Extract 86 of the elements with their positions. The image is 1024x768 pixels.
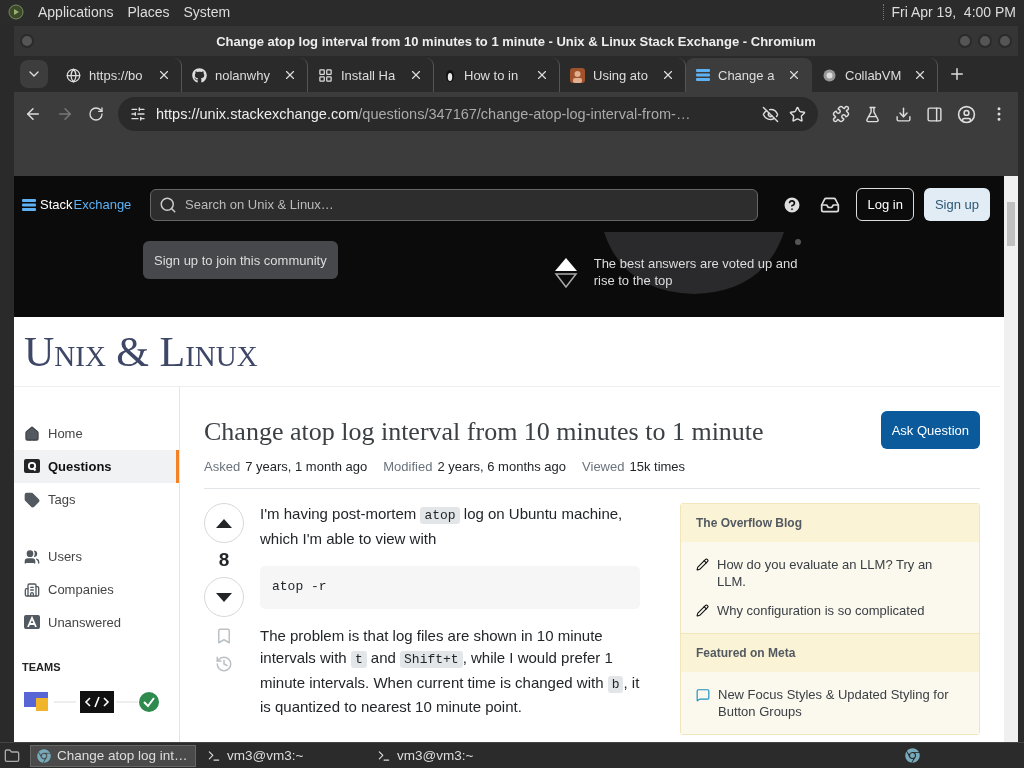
up-triangle-icon: [216, 518, 232, 528]
show-desktop-icon[interactable]: [4, 747, 20, 764]
nav-item[interactable]: Users: [14, 540, 179, 573]
signup-button[interactable]: Sign up: [923, 188, 990, 221]
penguin-icon: [444, 67, 456, 83]
search-icon: [159, 195, 177, 214]
terminal-icon: [207, 748, 221, 763]
tag-icon: [24, 491, 40, 508]
users-icon: [24, 548, 40, 565]
terminal-icon: [377, 748, 391, 763]
download-icon[interactable]: [895, 105, 912, 123]
unanswered-icon: [24, 614, 40, 631]
question-paragraph: The problem is that log files are shown in 10 minute intervals with t and Shift+t , while I would prefer 1 minute intervals. When current time is changed with b , it is quantized to nearest 10 minute point.: [260, 625, 640, 717]
close-icon[interactable]: [535, 68, 549, 82]
browser-icon: [37, 748, 51, 763]
stack-exchange-logo[interactable]: StackExchange: [22, 197, 140, 212]
close-icon[interactable]: [157, 68, 171, 82]
code-block: atop -r: [260, 566, 640, 609]
avatar-icon: [570, 67, 585, 83]
close-icon[interactable]: [913, 68, 927, 82]
panel-menu[interactable]: System: [183, 4, 231, 20]
grid-icon: [318, 67, 333, 83]
forward-icon[interactable]: [56, 105, 74, 123]
down-triangle-icon: [216, 592, 232, 602]
site-logo[interactable]: Unix & Linux: [24, 327, 258, 376]
questions-icon: [24, 458, 40, 475]
distro-icon[interactable]: [8, 4, 24, 20]
section-heading: TEAMS: [22, 661, 62, 673]
back-icon[interactable]: [24, 105, 42, 123]
pencil-icon: [696, 604, 709, 617]
close-icon[interactable]: [787, 68, 801, 82]
question-title[interactable]: Change atop log interval from 10 minutes to 1 minute: [204, 417, 764, 447]
pencil-icon: [696, 558, 709, 571]
taskbar-button[interactable]: vm3@vm3:~: [200, 744, 366, 767]
widget-heading: The Overflow Blog: [681, 504, 979, 542]
close-icon[interactable]: [283, 68, 297, 82]
search-field[interactable]: Search on Unix & Linux…: [150, 188, 759, 221]
github-icon: [192, 67, 207, 83]
star-icon[interactable]: [789, 105, 806, 123]
clock[interactable]: Fri Apr 19, 4:00 PM: [882, 4, 1016, 20]
help-icon[interactable]: [782, 194, 803, 215]
scrollbar[interactable]: [1004, 176, 1018, 742]
question-meta: Viewed 15k times: [582, 459, 686, 474]
widget-heading: Featured on Meta: [681, 633, 979, 672]
extensions-icon[interactable]: [832, 105, 850, 123]
stack-icon: [696, 68, 710, 82]
widget-link[interactable]: How do you evaluate an LLM? Try an LLM.: [717, 556, 964, 590]
promo-text: The best answers are voted up and rise to the top: [593, 255, 799, 289]
close-icon[interactable]: [661, 68, 675, 82]
question-meta: Asked 7 years, 1 month ago: [204, 459, 368, 474]
login-button[interactable]: Log in: [856, 188, 914, 221]
widget-link[interactable]: Why configuration is so complicated: [717, 602, 925, 619]
site-info-icon[interactable]: [130, 106, 146, 122]
panel-menu[interactable]: Applications: [38, 4, 114, 20]
tab-search-button[interactable]: [20, 60, 48, 88]
globe-icon: [66, 67, 81, 83]
taskbar-button[interactable]: vm3@vm3:~: [370, 744, 536, 767]
browser-tab[interactable]: Change a: [686, 58, 812, 92]
taskbar-button[interactable]: Change atop log int…: [30, 744, 196, 767]
join-community-button[interactable]: Sign up to join this community: [143, 241, 338, 279]
address-bar[interactable]: https://unix.stackexchange.com/questions/347167/change-atop-log-interval-from-…: [118, 97, 818, 131]
new-tab-icon[interactable]: [948, 65, 966, 83]
question-meta: Modified 2 years, 6 months ago: [383, 459, 567, 474]
downvote-button[interactable]: [204, 577, 244, 617]
reload-icon[interactable]: [88, 106, 104, 122]
question-paragraph: I'm having post-mortem atop log on Ubuntu machine, which I'm able to view with: [260, 504, 624, 549]
collab-icon: [822, 67, 837, 83]
browser-tray-icon[interactable]: [905, 748, 920, 763]
panel-menu[interactable]: Places: [127, 4, 170, 20]
ask-question-button[interactable]: Ask Question: [880, 411, 980, 449]
flask-icon[interactable]: [864, 105, 881, 123]
window-title: Change atop log interval from 10 minutes to 1 minute - Unix & Linux Stack Exchange - Chromium: [216, 33, 816, 49]
nav-item[interactable]: Unanswered: [14, 606, 179, 639]
nav-item[interactable]: Home: [14, 417, 179, 450]
upvote-button[interactable]: [204, 503, 244, 543]
profile-icon[interactable]: [957, 104, 976, 124]
vote-count: 8: [217, 549, 231, 571]
home-icon: [24, 425, 40, 442]
close-icon[interactable]: [409, 68, 423, 82]
nav-item[interactable]: Questions: [14, 450, 179, 483]
chat-icon: [696, 688, 710, 702]
side-panel-icon[interactable]: [926, 105, 943, 123]
nav-item[interactable]: Companies: [14, 573, 179, 606]
nav-item[interactable]: Tags: [14, 483, 179, 516]
building-icon: [24, 581, 40, 598]
eye-off-icon[interactable]: [762, 105, 779, 123]
